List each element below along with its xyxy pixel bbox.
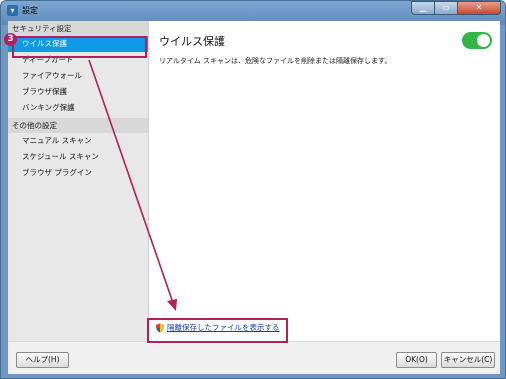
- sidebar-item-browser-plugin[interactable]: ブラウザ プラグイン: [8, 165, 148, 181]
- title-bar[interactable]: ▾ 設定 ▁ ▭ ✕: [1, 1, 505, 19]
- toggle-knob: [477, 34, 490, 47]
- virus-protection-toggle[interactable]: [462, 32, 492, 49]
- minimize-button[interactable]: ▁: [411, 1, 435, 15]
- help-button[interactable]: ヘルプ(H): [16, 352, 69, 368]
- window-client: セキュリティ設定 ウイルス保護 ディープガード ファイアウォール ブラウザ保護 …: [8, 21, 500, 374]
- page-title: ウイルス保護: [159, 35, 225, 48]
- app-shield-icon: ▾: [7, 5, 18, 16]
- settings-window: ▾ 設定 ▁ ▭ ✕ セキュリティ設定 ウイルス保護 ディープガード ファイアウ…: [0, 0, 506, 379]
- group-other-settings: その他の設定: [8, 118, 148, 133]
- sidebar-item-deepguard[interactable]: ディープガード: [8, 52, 148, 68]
- sidebar-item-browser-protection[interactable]: ブラウザ保護: [8, 84, 148, 100]
- step-number-badge: 3: [4, 33, 17, 46]
- cancel-button[interactable]: キャンセル(C): [441, 352, 495, 368]
- sidebar: セキュリティ設定 ウイルス保護 ディープガード ファイアウォール ブラウザ保護 …: [8, 21, 149, 341]
- sidebar-item-scheduled-scan[interactable]: スケジュール スキャン: [8, 149, 148, 165]
- sidebar-item-firewall[interactable]: ファイアウォール: [8, 68, 148, 84]
- close-button[interactable]: ✕: [458, 1, 501, 15]
- uac-shield-icon: [156, 323, 164, 332]
- sidebar-item-manual-scan[interactable]: マニュアル スキャン: [8, 133, 148, 149]
- page-description: リアルタイム スキャンは、危険なファイルを削除または隔離保存します。: [159, 57, 392, 65]
- content-pane: ウイルス保護 リアルタイム スキャンは、危険なファイルを削除または隔離保存します…: [149, 21, 500, 341]
- sidebar-item-virus-protection[interactable]: ウイルス保護: [8, 36, 148, 52]
- ok-button[interactable]: OK(O): [396, 352, 437, 368]
- sidebar-item-banking-protection[interactable]: バンキング保護: [8, 100, 148, 116]
- group-security-settings: セキュリティ設定: [8, 21, 148, 36]
- window-controls: ▁ ▭ ✕: [411, 1, 501, 16]
- maximize-button[interactable]: ▭: [435, 1, 458, 15]
- window-title: 設定: [22, 6, 38, 15]
- view-quarantined-files-link[interactable]: 隔離保存したファイルを表示する: [167, 322, 280, 333]
- dialog-footer: ヘルプ(H) OK(O) キャンセル(C): [8, 341, 500, 374]
- quarantine-link-row: 隔離保存したファイルを表示する: [155, 322, 280, 333]
